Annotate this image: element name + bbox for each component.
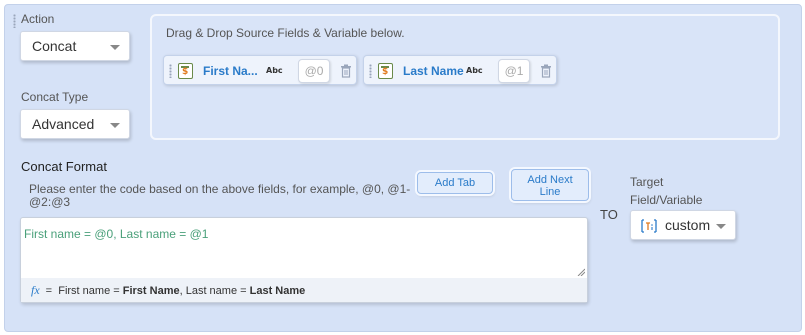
preview-field: Last Name: [249, 285, 306, 297]
field-type-badge: Abc: [266, 66, 283, 75]
field-index-input[interactable]: @1: [498, 59, 530, 83]
source-fields-drop-area[interactable]: Drag & Drop Source Fields & Variable bel…: [150, 14, 780, 140]
action-select-value: Concat: [32, 38, 77, 54]
help-line-1: Please enter the code based on the above…: [29, 182, 411, 196]
field-icon: $: [178, 63, 193, 79]
drag-handle-icon[interactable]: [169, 64, 172, 78]
help-line-2: @2:@3: [29, 195, 71, 209]
add-next-line-label-1: Add Next: [527, 174, 573, 186]
concat-type-select[interactable]: Advanced: [20, 109, 130, 139]
target-label-line-1: Target: [630, 175, 664, 189]
action-label: Action: [21, 12, 55, 26]
action-select[interactable]: Concat: [20, 31, 130, 61]
fx-icon: fx: [31, 283, 40, 297]
chevron-down-icon: [110, 123, 120, 128]
target-select[interactable]: custom: [630, 210, 736, 240]
preview-equals: =: [45, 285, 53, 297]
trash-icon[interactable]: [340, 64, 352, 78]
drag-handle-icon[interactable]: [13, 14, 16, 28]
drag-handle-icon[interactable]: [369, 64, 372, 78]
concat-action-panel: Action Concat Concat Type Advanced Drag …: [4, 4, 802, 332]
concat-type-label: Concat Type: [21, 90, 89, 104]
chevron-down-icon: [716, 224, 726, 229]
add-tab-button[interactable]: Add Tab: [417, 172, 493, 194]
preview-text: , Last name =: [179, 285, 250, 297]
concat-type-select-value: Advanced: [32, 116, 95, 132]
drop-area-hint: Drag & Drop Source Fields & Variable bel…: [166, 26, 405, 40]
to-label: TO: [600, 207, 618, 222]
variable-type-icon: [641, 219, 657, 233]
field-index-input[interactable]: @0: [298, 59, 330, 83]
source-field-chip[interactable]: $ Last Name Abc @1: [363, 55, 557, 85]
source-field-name: First Na...: [203, 64, 258, 78]
formula-preview: fx = First name = First Name, Last name =…: [21, 278, 587, 302]
add-next-line-button[interactable]: Add Next Line: [511, 169, 589, 201]
chevron-down-icon: [110, 45, 120, 50]
target-label: Target Field/Variable: [630, 173, 702, 209]
target-select-value: custom: [665, 217, 711, 233]
trash-icon[interactable]: [540, 64, 552, 78]
concat-format-help: Please enter the code based on the above…: [29, 183, 410, 209]
target-label-line-2: Field/Variable: [630, 193, 703, 207]
concat-format-input[interactable]: First name = @0, Last name = @1: [21, 218, 587, 278]
preview-field: First Name: [122, 285, 180, 297]
add-next-line-label-2: Line: [539, 186, 561, 198]
preview-text: First name =: [58, 285, 123, 297]
source-field-chip[interactable]: $ First Na... Abc @0: [163, 55, 357, 85]
source-field-name: Last Name: [403, 64, 464, 78]
concat-format-editor: First name = @0, Last name = @1 fx = Firs…: [20, 217, 588, 303]
field-type-badge: Abc: [466, 66, 483, 75]
resize-grip-icon[interactable]: [577, 268, 585, 276]
concat-format-label: Concat Format: [21, 159, 107, 174]
field-icon: $: [378, 63, 393, 79]
